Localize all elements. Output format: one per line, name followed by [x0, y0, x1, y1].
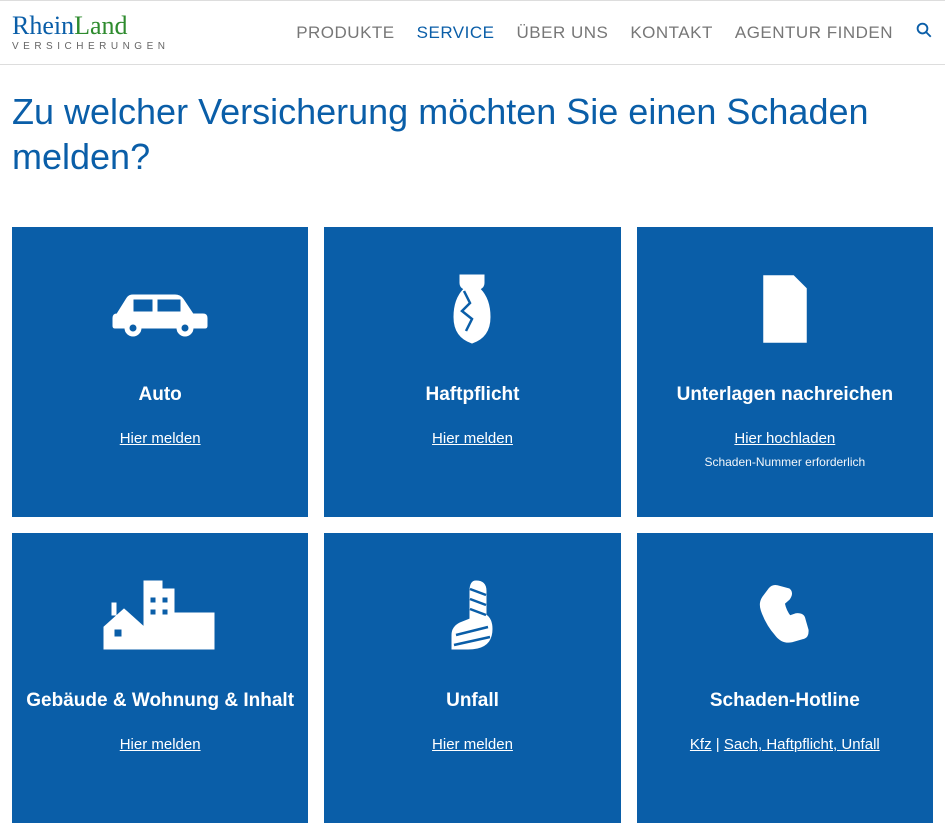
tile-unfall[interactable]: Unfall Hier melden: [324, 533, 620, 823]
tile-gebaeude[interactable]: Gebäude & Wohnung & Inhalt Hier melden: [12, 533, 308, 823]
tile-unterlagen-title: Unterlagen nachreichen: [677, 383, 893, 408]
tile-hotline[interactable]: Schaden-Hotline Kfz | Sach, Haftpflicht,…: [637, 533, 933, 823]
tile-gebaeude-link[interactable]: Hier melden: [120, 736, 201, 753]
nav-produkte[interactable]: PRODUKTE: [296, 23, 394, 43]
header: RheinLand VERSICHERUNGEN PRODUKTE SERVIC…: [0, 0, 945, 65]
tile-unfall-link[interactable]: Hier melden: [432, 736, 513, 753]
car-icon: [105, 259, 215, 359]
tile-auto[interactable]: Auto Hier melden: [12, 227, 308, 517]
cast-icon: [442, 565, 502, 665]
hotline-link-sach[interactable]: Sach, Haftpflicht, Unfall: [724, 736, 880, 753]
hotline-link-kfz[interactable]: Kfz: [690, 736, 712, 753]
logo-subtitle: VERSICHERUNGEN: [12, 42, 169, 52]
search-icon[interactable]: [915, 21, 933, 44]
hotline-sep: |: [712, 736, 724, 753]
logo-part2: Land: [74, 11, 127, 40]
tile-unterlagen[interactable]: Unterlagen nachreichen Hier hochladen Sc…: [637, 227, 933, 517]
main-content: Zu welcher Versicherung möchten Sie eine…: [0, 65, 945, 835]
logo-part1: Rhein: [12, 11, 74, 40]
tile-grid: Auto Hier melden Haftpflicht Hier melden: [12, 227, 933, 823]
building-icon: [100, 565, 220, 665]
nav-ueber-uns[interactable]: ÜBER UNS: [516, 23, 608, 43]
tile-hotline-title: Schaden-Hotline: [710, 689, 860, 714]
page-heading: Zu welcher Versicherung möchten Sie eine…: [12, 89, 933, 179]
tile-haftpflicht[interactable]: Haftpflicht Hier melden: [324, 227, 620, 517]
tile-auto-link[interactable]: Hier melden: [120, 430, 201, 447]
main-nav: PRODUKTE SERVICE ÜBER UNS KONTAKT AGENTU…: [296, 21, 933, 44]
tile-unterlagen-note: Schaden-Nummer erforderlich: [704, 455, 865, 469]
tile-unterlagen-link[interactable]: Hier hochladen: [734, 430, 835, 447]
nav-agentur-finden[interactable]: AGENTUR FINDEN: [735, 23, 893, 43]
nav-kontakt[interactable]: KONTAKT: [630, 23, 713, 43]
tile-haftpflicht-link[interactable]: Hier melden: [432, 430, 513, 447]
phone-icon: [752, 565, 818, 665]
logo[interactable]: RheinLand VERSICHERUNGEN: [12, 13, 169, 52]
tile-haftpflicht-title: Haftpflicht: [426, 383, 520, 408]
document-icon: [755, 259, 815, 359]
nav-service[interactable]: SERVICE: [417, 23, 495, 43]
tile-gebaeude-title: Gebäude & Wohnung & Inhalt: [26, 689, 294, 714]
vase-icon: [442, 259, 502, 359]
tile-auto-title: Auto: [139, 383, 182, 408]
tile-unfall-title: Unfall: [446, 689, 499, 714]
tile-hotline-links: Kfz | Sach, Haftpflicht, Unfall: [690, 736, 880, 753]
